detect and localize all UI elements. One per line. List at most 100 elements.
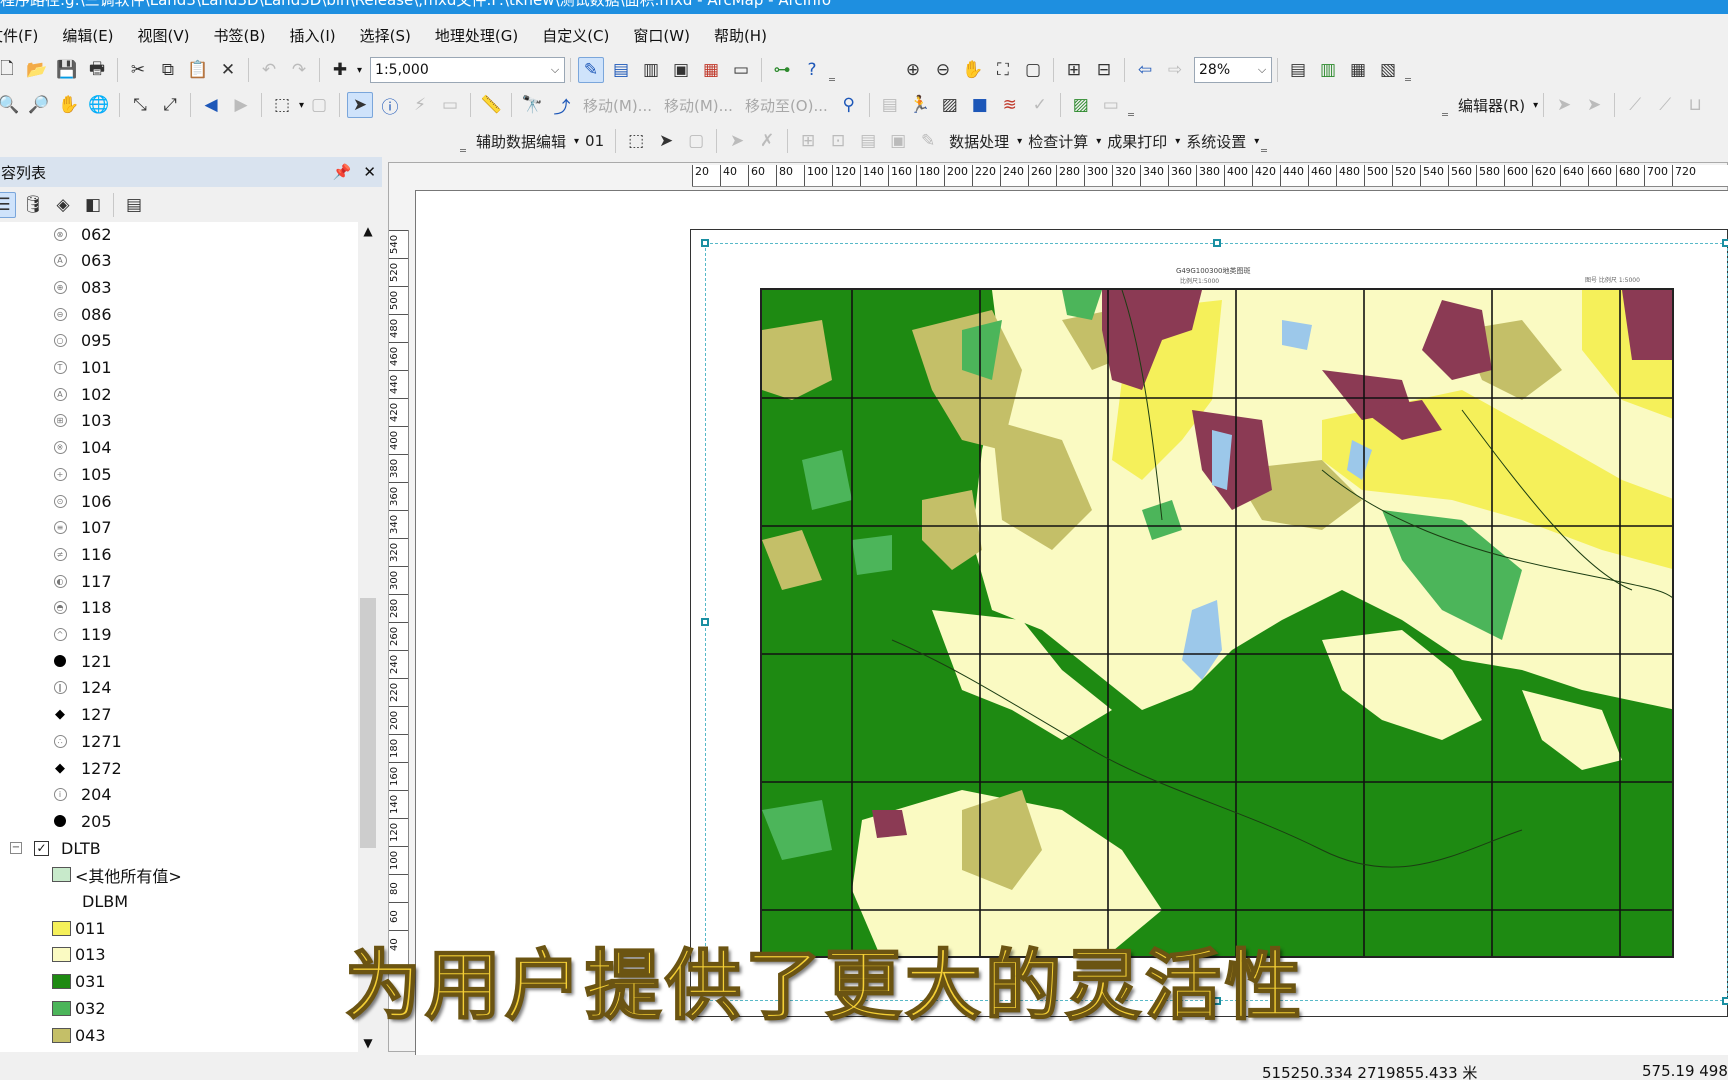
zoom-in-page-icon[interactable]: ⊕ <box>900 57 926 83</box>
toc-symbol-row[interactable]: ⊖ 086 <box>52 301 112 327</box>
system-settings-menu[interactable]: 系统设置 <box>1186 131 1246 152</box>
redo-icon[interactable]: ↷ <box>286 57 312 83</box>
trace-icon[interactable]: ⊔ <box>1682 92 1708 118</box>
aux-data-edit-menu[interactable]: 辅助数据编辑 <box>476 131 566 152</box>
menu-customize[interactable]: 自定义(C) <box>542 25 609 46</box>
edit-annotation-icon[interactable]: ➤ <box>1581 92 1607 118</box>
pin-icon[interactable]: 📌 <box>333 163 352 181</box>
fixed-zoom-in-icon[interactable]: ⊞ <box>1061 57 1087 83</box>
menu-view[interactable]: 视图(V) <box>138 25 190 46</box>
layer-visibility-checkbox[interactable]: ✓ <box>34 840 49 856</box>
editor-toolbar-icon[interactable]: ✎ <box>578 57 605 83</box>
scroll-thumb[interactable] <box>360 598 376 848</box>
move-button-2[interactable]: 移动(M)... <box>664 95 733 116</box>
change-layout-icon[interactable]: ▦ <box>1345 57 1371 83</box>
html-popup-icon[interactable]: ▭ <box>437 92 463 118</box>
cut-icon[interactable]: ✂ <box>125 57 151 83</box>
toc-symbol-row[interactable]: ⊕ 083 <box>52 274 112 300</box>
zoom-100-icon[interactable]: ▢ <box>1020 57 1046 83</box>
route-icon[interactable]: ⤴ <box>549 92 575 118</box>
menu-geoprocessing[interactable]: 地理处理(G) <box>435 25 518 46</box>
run-icon[interactable]: 🏃 <box>907 92 933 118</box>
toc-symbol-row[interactable]: ◓ 118 <box>52 595 112 621</box>
toc-symbol-row[interactable]: A 063 <box>52 248 112 274</box>
identify-icon[interactable]: ⓘ <box>377 92 403 118</box>
table-icon[interactable]: ▤ <box>608 57 634 83</box>
hyperlink-icon[interactable]: ⚡ <box>407 92 433 118</box>
close-icon[interactable]: ✕ <box>363 163 376 181</box>
split-icon[interactable]: ✗ <box>754 128 780 154</box>
resize-handle[interactable] <box>1722 997 1728 1005</box>
toc-symbol-row[interactable]: 205 <box>52 808 112 834</box>
menu-insert[interactable]: 插入(I) <box>290 25 336 46</box>
menu-windows[interactable]: 窗口(W) <box>633 25 690 46</box>
toc-symbol-row[interactable]: ※ 104 <box>52 435 112 461</box>
popup-icon[interactable]: ▭ <box>1098 92 1124 118</box>
toc-symbol-row[interactable]: ○ 095 <box>52 328 112 354</box>
save-icon[interactable]: 💾 <box>54 57 80 83</box>
toc-symbol-row[interactable]: ∴ 1271 <box>52 728 122 754</box>
print-icon[interactable]: 🖶 <box>84 57 110 83</box>
color-ramp-icon[interactable]: ≋ <box>997 92 1023 118</box>
pan-page-icon[interactable]: ✋ <box>960 57 986 83</box>
reshape-icon[interactable]: ⊡ <box>825 128 851 154</box>
menu-file[interactable]: 文件(F) <box>0 25 38 46</box>
print-menu[interactable]: 成果打印 <box>1107 131 1167 152</box>
toc-symbol-row[interactable]: +105 <box>52 461 112 487</box>
select-features-icon[interactable]: ⬚ <box>269 92 295 118</box>
scale-combo[interactable]: 1:5,000 ⌵ <box>370 57 566 83</box>
merge-icon[interactable]: ▤ <box>855 128 881 154</box>
resize-handle[interactable] <box>701 239 709 247</box>
toc-symbol-row[interactable]: ⊗ 062 <box>52 222 112 247</box>
add-data-icon[interactable]: ✚ <box>327 57 353 83</box>
data-processing-menu[interactable]: 数据处理 <box>949 131 1009 152</box>
land-use-map[interactable] <box>760 288 1674 958</box>
fixed-zoom-out-map-icon[interactable]: ⤢ <box>157 92 183 118</box>
zoom-whole-page-icon[interactable]: ⛶ <box>990 57 1016 83</box>
forward-icon[interactable]: ▶ <box>228 92 254 118</box>
toc-class-row[interactable]: 031 <box>52 969 106 995</box>
focus-frame-icon[interactable]: ▥ <box>1315 57 1341 83</box>
full-extent-icon[interactable]: 🌐 <box>86 92 112 118</box>
straight-segment-icon[interactable]: ⟋ <box>1622 92 1648 118</box>
zoom-out-page-icon[interactable]: ⊖ <box>930 57 956 83</box>
image-icon[interactable]: ▨ <box>1068 92 1094 118</box>
toc-symbol-row[interactable]: ≠ 116 <box>52 541 112 567</box>
previous-extent-icon[interactable]: ⇦ <box>1132 57 1158 83</box>
back-icon[interactable]: ◀ <box>198 92 224 118</box>
toolbox-icon[interactable]: ▦ <box>698 57 724 83</box>
move-to-button[interactable]: 移动至(O)... <box>745 95 828 116</box>
new-icon[interactable]: 🗋 <box>0 57 20 83</box>
toc-symbol-row[interactable]: ◆ 127 <box>52 702 112 728</box>
delete-icon[interactable]: ✕ <box>215 57 241 83</box>
find-icon[interactable]: 🔭 <box>519 92 545 118</box>
list-by-drawing-order-icon[interactable]: ☰ <box>0 192 16 218</box>
toc-class-row[interactable]: 043 <box>52 1022 106 1048</box>
paste-icon[interactable]: 📋 <box>185 57 211 83</box>
zoom-out-icon[interactable]: 🔎 <box>26 92 52 118</box>
clear-selection-icon[interactable]: ▢ <box>306 92 332 118</box>
toc-class-row[interactable]: 011 <box>52 915 106 941</box>
menu-help[interactable]: 帮助(H) <box>714 25 767 46</box>
vertex-icon[interactable]: ➤ <box>724 128 750 154</box>
menu-selection[interactable]: 选择(S) <box>360 25 411 46</box>
toc-symbol-row[interactable]: A 102 <box>52 381 112 407</box>
python-icon[interactable]: ▭ <box>728 57 754 83</box>
edit-tool-icon[interactable]: ➤ <box>1551 92 1577 118</box>
pan-icon[interactable]: ✋ <box>56 92 82 118</box>
resize-handle[interactable] <box>701 618 709 626</box>
layer-props-icon[interactable]: ▨ <box>937 92 963 118</box>
menu-edit[interactable]: 编辑(E) <box>62 25 113 46</box>
zoom-in-icon[interactable]: 🔍 <box>0 92 22 118</box>
move-button-1[interactable]: 移动(M)... <box>583 95 652 116</box>
endpoint-arc-icon[interactable]: ⟋ <box>1652 92 1678 118</box>
toc-symbol-row[interactable]: ∥ 124 <box>52 675 112 701</box>
toc-symbol-row[interactable]: ⊞ 103 <box>52 408 112 434</box>
scroll-down-icon[interactable]: ▼ <box>358 1036 378 1050</box>
toc-symbol-row[interactable]: 121 <box>52 648 112 674</box>
toc-symbol-row[interactable]: T 101 <box>52 355 112 381</box>
undo-icon[interactable]: ↶ <box>256 57 282 83</box>
catalog-icon[interactable]: ▥ <box>638 57 664 83</box>
editor-menu[interactable]: 编辑器(R) <box>1458 95 1525 116</box>
toc-symbol-row[interactable]: ^ 119 <box>52 622 112 648</box>
